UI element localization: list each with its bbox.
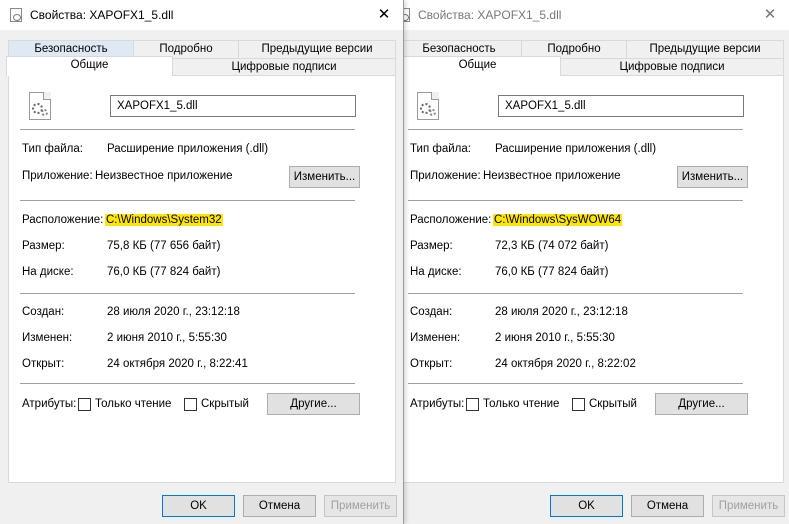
tab-previous-versions[interactable]: Предыдущие версии	[238, 40, 396, 58]
divider	[408, 200, 743, 201]
divider	[20, 129, 355, 130]
close-icon[interactable]: ✕	[759, 4, 781, 26]
filename-field[interactable]	[498, 95, 744, 117]
window-title: Свойства: XAPOFX1_5.dll	[418, 8, 562, 22]
tab-digital-signatures[interactable]: Цифровые подписи	[560, 58, 784, 76]
change-button[interactable]: Изменить...	[677, 166, 748, 188]
location-value: C:\Windows\System32	[105, 214, 223, 226]
dll-file-icon	[417, 92, 439, 120]
divider	[408, 383, 743, 384]
location-label: Расположение:	[410, 214, 492, 226]
app-value: Неизвестное приложение	[95, 170, 233, 182]
modified-label: Изменен:	[410, 332, 461, 344]
size-label: Размер:	[410, 240, 453, 252]
title-bar[interactable]: Свойства: XAPOFX1_5.dll ✕	[388, 0, 789, 30]
properties-dialog-system32: Свойства: XAPOFX1_5.dll ✕ Безопасность П…	[0, 0, 404, 524]
file-type-label: Тип файла:	[410, 143, 471, 155]
filename-field[interactable]	[110, 95, 356, 117]
readonly-label: Только чтение	[95, 398, 172, 410]
other-attributes-button[interactable]: Другие...	[655, 393, 748, 415]
tab-digital-signatures[interactable]: Цифровые подписи	[172, 58, 396, 76]
close-icon[interactable]: ✕	[373, 4, 395, 26]
ok-button[interactable]: OK	[162, 495, 235, 517]
cancel-button[interactable]: Отмена	[243, 495, 316, 517]
disk-size-value: 76,0 КБ (77 824 байт)	[107, 266, 221, 278]
attributes-label: Атрибуты:	[22, 398, 77, 410]
size-label: Размер:	[22, 240, 65, 252]
readonly-label: Только чтение	[483, 398, 560, 410]
size-value: 72,3 КБ (74 072 байт)	[495, 240, 609, 252]
accessed-value: 24 октября 2020 г., 8:22:02	[495, 358, 636, 370]
readonly-checkbox[interactable]	[78, 398, 91, 411]
title-bar[interactable]: Свойства: XAPOFX1_5.dll ✕	[0, 0, 403, 30]
window-title: Свойства: XAPOFX1_5.dll	[30, 8, 174, 22]
disk-size-value: 76,0 КБ (77 824 байт)	[495, 266, 609, 278]
divider	[20, 293, 355, 294]
tab-previous-versions[interactable]: Предыдущие версии	[626, 40, 784, 58]
file-icon	[10, 8, 22, 22]
tab-general[interactable]: Общие	[6, 56, 173, 76]
size-value: 75,8 КБ (77 656 байт)	[107, 240, 221, 252]
apply-button[interactable]: Применить	[324, 495, 397, 517]
divider	[20, 383, 355, 384]
apply-button[interactable]: Применить	[712, 495, 785, 517]
file-type-label: Тип файла:	[22, 143, 83, 155]
accessed-label: Открыт:	[410, 358, 453, 370]
hidden-label: Скрытый	[201, 398, 249, 410]
modified-label: Изменен:	[22, 332, 73, 344]
tab-general[interactable]: Общие	[394, 56, 561, 76]
app-value: Неизвестное приложение	[483, 170, 621, 182]
hidden-checkbox[interactable]	[572, 398, 585, 411]
change-button[interactable]: Изменить...	[289, 166, 360, 188]
dll-file-icon	[29, 92, 51, 120]
created-value: 28 июля 2020 г., 23:12:18	[495, 306, 628, 318]
location-value: C:\Windows\SysWOW64	[493, 214, 623, 226]
created-label: Создан:	[22, 306, 65, 318]
file-type-value: Расширение приложения (.dll)	[495, 143, 657, 155]
general-panel: Тип файла: Расширение приложения (.dll) …	[8, 75, 396, 483]
created-label: Создан:	[410, 306, 453, 318]
disk-size-label: На диске:	[410, 266, 462, 278]
readonly-checkbox[interactable]	[466, 398, 479, 411]
disk-size-label: На диске:	[22, 266, 74, 278]
modified-value: 2 июня 2010 г., 5:55:30	[495, 332, 615, 344]
cancel-button[interactable]: Отмена	[631, 495, 704, 517]
general-panel: Тип файла: Расширение приложения (.dll) …	[396, 75, 784, 483]
properties-dialog-syswow64: Свойства: XAPOFX1_5.dll ✕ Безопасность П…	[388, 0, 789, 524]
divider	[20, 200, 355, 201]
app-label: Приложение:	[410, 170, 481, 182]
ok-button[interactable]: OK	[550, 495, 623, 517]
accessed-label: Открыт:	[22, 358, 65, 370]
hidden-checkbox[interactable]	[184, 398, 197, 411]
file-type-value: Расширение приложения (.dll)	[107, 143, 269, 155]
modified-value: 2 июня 2010 г., 5:55:30	[107, 332, 227, 344]
divider	[408, 129, 743, 130]
created-value: 28 июля 2020 г., 23:12:18	[107, 306, 240, 318]
hidden-label: Скрытый	[589, 398, 637, 410]
accessed-value: 24 октября 2020 г., 8:22:41	[107, 358, 248, 370]
divider	[408, 293, 743, 294]
location-label: Расположение:	[22, 214, 104, 226]
attributes-label: Атрибуты:	[410, 398, 465, 410]
app-label: Приложение:	[22, 170, 93, 182]
other-attributes-button[interactable]: Другие...	[267, 393, 360, 415]
